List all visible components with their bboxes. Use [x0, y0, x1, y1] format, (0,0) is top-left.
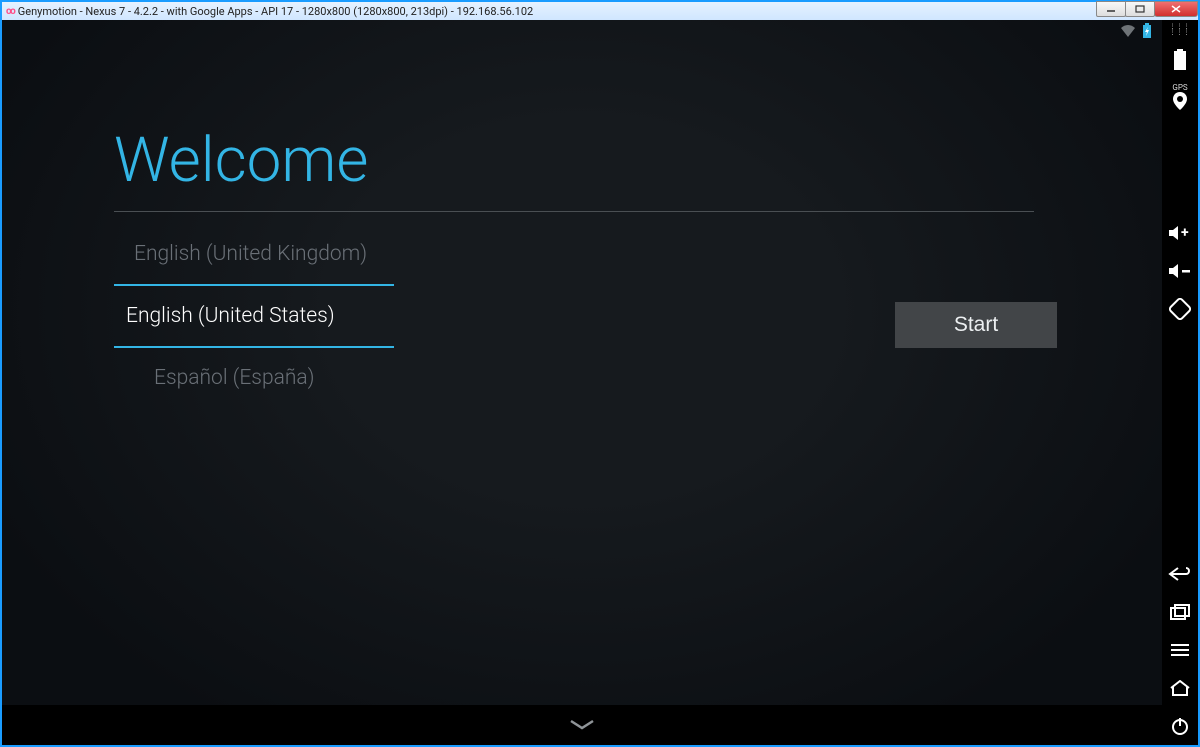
- android-home-button[interactable]: [1162, 669, 1198, 707]
- power-button[interactable]: [1162, 707, 1198, 745]
- gps-tool-button[interactable]: GPS: [1162, 80, 1198, 114]
- volume-up-button[interactable]: +: [1162, 214, 1198, 252]
- language-picker[interactable]: English (United Kingdom) English (United…: [114, 224, 394, 408]
- expand-chevron-icon[interactable]: [567, 716, 597, 735]
- window-minimize-button[interactable]: [1096, 1, 1126, 17]
- gps-label: GPS: [1172, 84, 1187, 92]
- rotate-button[interactable]: [1162, 290, 1198, 328]
- volume-down-button[interactable]: [1162, 252, 1198, 290]
- window-maximize-button[interactable]: [1125, 1, 1155, 17]
- battery-charging-icon: [1142, 23, 1152, 42]
- window-title: Genymotion - Nexus 7 - 4.2.2 - with Goog…: [18, 5, 533, 18]
- heading-divider: [114, 211, 1034, 212]
- genymotion-app-icon: o o: [6, 6, 14, 17]
- android-back-button[interactable]: [1162, 555, 1198, 593]
- android-nav-bar: [2, 705, 1162, 745]
- language-option-selected[interactable]: English (United States): [114, 284, 394, 348]
- android-status-bar: [2, 20, 1162, 44]
- window-titlebar: o o Genymotion - Nexus 7 - 4.2.2 - with …: [2, 2, 1198, 20]
- android-recent-button[interactable]: [1162, 593, 1198, 631]
- language-option-above[interactable]: English (United Kingdom): [114, 224, 394, 284]
- svg-text:+: +: [1181, 225, 1189, 241]
- window-close-button[interactable]: [1154, 1, 1198, 17]
- wifi-icon: [1120, 23, 1136, 42]
- android-menu-button[interactable]: [1162, 631, 1198, 669]
- welcome-heading: Welcome: [114, 124, 1062, 197]
- battery-tool-button[interactable]: [1162, 40, 1198, 80]
- language-option-below[interactable]: Español (España): [114, 348, 394, 408]
- start-button[interactable]: Start: [895, 302, 1057, 348]
- android-device-screen: Welcome English (United Kingdom) English…: [2, 20, 1162, 745]
- genymotion-sidebar: ⋮⋮⋮⋮⋮⋮ GPS +: [1162, 20, 1198, 745]
- drag-handle-icon[interactable]: ⋮⋮⋮⋮⋮⋮: [1170, 24, 1191, 40]
